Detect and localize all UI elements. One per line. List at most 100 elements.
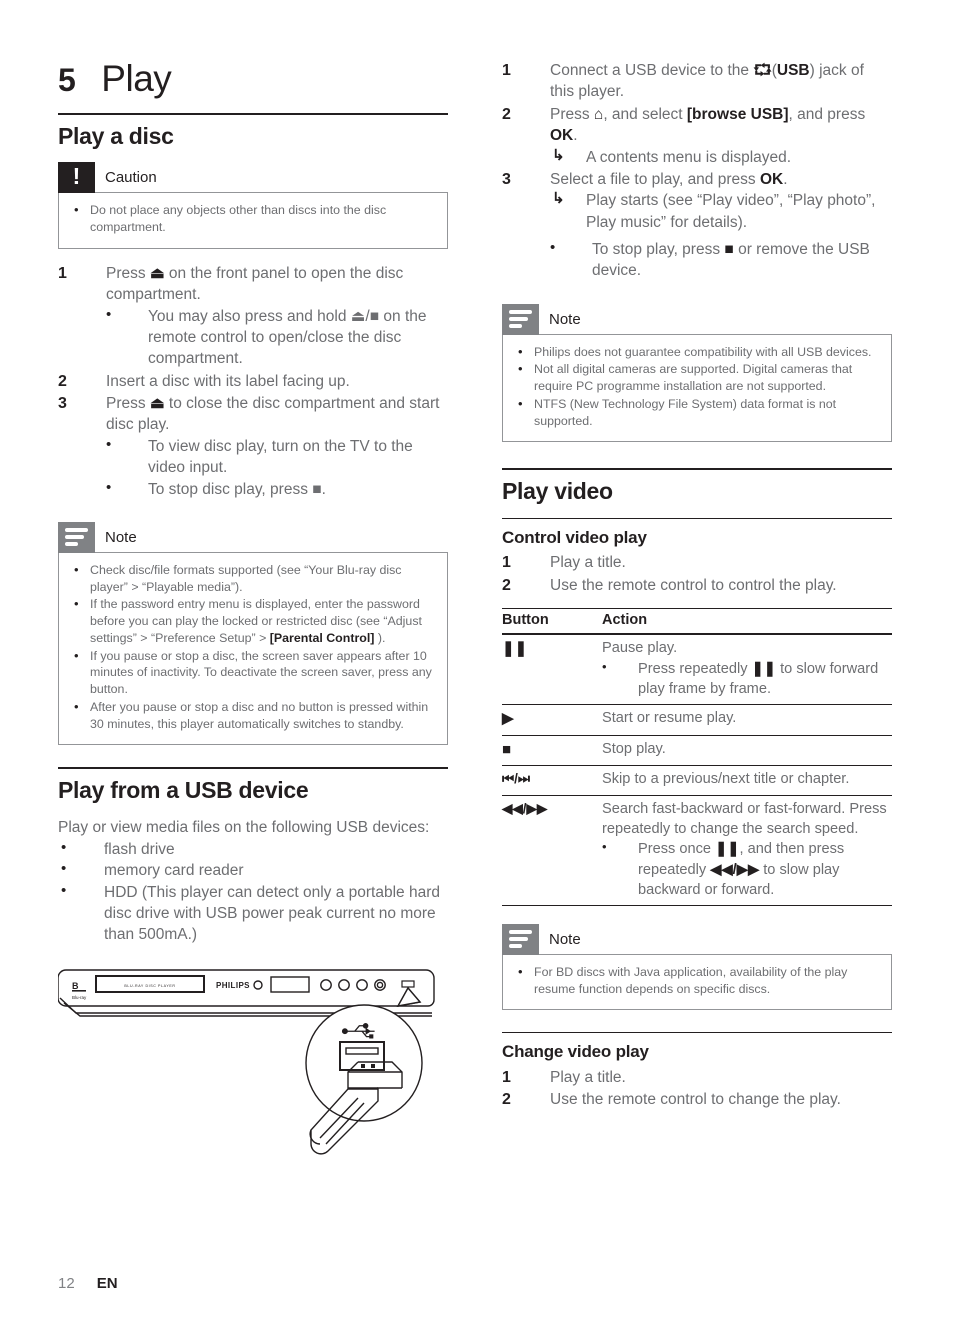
- step-number: 2: [502, 1091, 511, 1109]
- document-page: 5 Play Play a disc ! Caution Do not plac…: [0, 0, 954, 1330]
- note-lines-icon: [502, 303, 539, 335]
- usb-section-rule: [58, 767, 448, 770]
- table-row: ◀◀/▶▶ Search fast-backward or fast-forwa…: [502, 795, 892, 906]
- step-1: 1 Play a title.: [502, 1067, 892, 1088]
- change-video-steps: 1 Play a title. 2 Use the remote control…: [502, 1067, 892, 1111]
- table-header-row: Button Action: [502, 608, 892, 635]
- fast-rewind-forward-icon: ◀◀/▶▶: [710, 861, 760, 878]
- list-item: If you pause or stop a disc, the screen …: [71, 647, 435, 698]
- table-cell-action: Search fast-backward or fast-forward. Pr…: [602, 795, 892, 906]
- fast-rewind-forward-icon: ◀◀/▶▶: [502, 795, 602, 906]
- list-item: Do not place any objects other than disc…: [71, 201, 435, 235]
- caution-tab: ! Caution: [58, 162, 448, 194]
- usb-connect-steps: 1 Connect a USB device to the ⮔(USB) jac…: [502, 60, 892, 282]
- note-lines-icon: [58, 521, 95, 553]
- note-body: Check disc/file formats supported (see “…: [58, 551, 448, 746]
- list-item: • memory card reader: [61, 860, 244, 880]
- page-number: 12: [58, 1275, 75, 1292]
- right-column: 1 Connect a USB device to the ⮔(USB) jac…: [502, 60, 892, 1112]
- control-subsection-rule: [502, 517, 892, 519]
- change-subsection-rule: [502, 1032, 892, 1034]
- step-text: Press ⏏ on the front panel to open the d…: [106, 264, 404, 304]
- step-2: 2 Use the remote control to control the …: [502, 575, 892, 596]
- list-item: • Press once ❚❚, and then press repeatedl…: [602, 839, 845, 898]
- table-row: ▶ Start or resume play.: [502, 704, 892, 736]
- table-cell-action: Stop play.: [602, 735, 892, 766]
- chapter-rule: [58, 113, 448, 115]
- chapter-number: 5: [58, 62, 76, 98]
- svg-text:BLU-RAY DISC PLAYER: BLU-RAY DISC PLAYER: [124, 984, 175, 988]
- table-row: ❚❚ Pause play. • Press repeatedly ❚❚ to s…: [502, 634, 892, 706]
- list-item: ↳ Play starts (see “Play video”, “Play ph…: [552, 190, 876, 231]
- table-row: ⏮/⏭ Skip to a previous/next title or cha…: [502, 765, 892, 796]
- step-number: 3: [58, 395, 67, 413]
- table-cell-action: Pause play. • Press repeatedly ❚❚ to slow…: [602, 634, 892, 706]
- note-callout-disc: Note Check disc/file formats supported (…: [58, 521, 448, 746]
- subsection-control-video-play: Control video play: [502, 527, 647, 547]
- list-item: After you pause or stop a disc and no bu…: [71, 698, 435, 732]
- list-item: For BD discs with Java application, avai…: [515, 963, 879, 997]
- list-item: ↳ A contents menu is displayed.: [552, 146, 792, 166]
- subsection-change-video-play: Change video play: [502, 1042, 649, 1062]
- section-title-play-a-disc: Play a disc: [58, 123, 174, 149]
- note-label: Note: [105, 528, 137, 546]
- step-number: 2: [502, 105, 511, 123]
- home-icon: ⌂: [593, 105, 604, 123]
- usb-icon: ⮔: [753, 62, 772, 79]
- step-number: 1: [502, 62, 511, 79]
- note-tab: Note: [502, 923, 892, 955]
- pause-icon: ❚❚: [751, 660, 777, 677]
- section-title-play-from-usb: Play from a USB device: [58, 777, 309, 804]
- caution-label: Caution: [105, 169, 157, 187]
- disc-steps: 1 Press ⏏ on the front panel to open the…: [58, 263, 448, 500]
- list-item: • To view disc play, turn on the TV to th…: [106, 435, 413, 477]
- step-text: Select a file to play, and press OK.: [550, 170, 788, 188]
- step-number: 2: [58, 372, 67, 390]
- step-3-sublist: • To view disc play, turn on the TV to th…: [106, 436, 448, 500]
- note-body: For BD discs with Java application, avai…: [502, 953, 892, 1011]
- note-label: Note: [549, 310, 581, 328]
- step-3: 3 Select a file to play, and press OK. ↳…: [502, 169, 892, 282]
- list-item: If the password entry menu is displayed,…: [71, 595, 435, 646]
- note-tab: Note: [502, 303, 892, 335]
- list-item: • HDD (This player can detect only a port…: [61, 881, 440, 944]
- exclamation-icon: !: [58, 162, 95, 194]
- pause-icon: ❚❚: [502, 634, 602, 706]
- stop-icon: ■: [502, 735, 602, 766]
- list-item: • To stop play, press ■ or remove the USB…: [550, 239, 870, 280]
- page-footer: 12 EN: [58, 1275, 118, 1292]
- step-2: 2 Insert a disc with its label facing up…: [58, 371, 448, 392]
- list-item: • You may also press and hold ⏏/■ on the …: [106, 305, 427, 368]
- arrow-icon: ↳: [552, 146, 565, 164]
- table-cell-action: Skip to a previous/next title or chapter…: [602, 765, 892, 796]
- step-text: Use the remote control to control the pl…: [550, 576, 837, 594]
- list-item: • flash drive: [61, 838, 175, 858]
- pause-icon: ❚❚: [715, 841, 740, 858]
- chapter-heading: 5 Play: [58, 60, 448, 97]
- step-text: Insert a disc with its label facing up.: [106, 372, 350, 390]
- step-number: 1: [58, 264, 67, 282]
- note-callout-bd: Note For BD discs with Java application,…: [502, 923, 892, 1011]
- eject-icon: ⏏: [149, 264, 165, 282]
- skip-prev-next-icon: ⏮/⏭: [502, 765, 602, 796]
- step-1: 1 Play a title.: [502, 552, 892, 573]
- control-video-steps: 1 Play a title. 2 Use the remote control…: [502, 552, 892, 596]
- list-item: Check disc/file formats supported (see “…: [71, 561, 435, 595]
- step-3-sublist: • To stop play, press ■ or remove the USB…: [550, 239, 892, 282]
- play-icon: ▶: [502, 704, 602, 736]
- step-text: Press ⏏ to close the disc compartment an…: [106, 395, 440, 434]
- usb-intro-text: Play or view media files on the followin…: [58, 818, 430, 836]
- section-title-play-video: Play video: [502, 478, 613, 505]
- step-2: 2 Use the remote control to change the p…: [502, 1089, 892, 1110]
- table-row: ■ Stop play.: [502, 735, 892, 766]
- left-column: 5 Play Play a disc ! Caution Do not plac…: [57, 60, 448, 1163]
- language-code: EN: [96, 1275, 118, 1292]
- note-body: Philips does not guarantee compatibility…: [502, 333, 892, 443]
- arrow-icon: ↳: [552, 190, 565, 208]
- eject-icon: ⏏: [149, 395, 165, 413]
- list-item: • Press repeatedly ❚❚ to slow forward pla…: [602, 658, 879, 697]
- list-item: NTFS (New Technology File System) data f…: [515, 395, 879, 429]
- stop-icon: ■: [724, 241, 734, 258]
- svg-text:B: B: [72, 981, 79, 991]
- caution-callout: ! Caution Do not place any objects other…: [58, 162, 448, 249]
